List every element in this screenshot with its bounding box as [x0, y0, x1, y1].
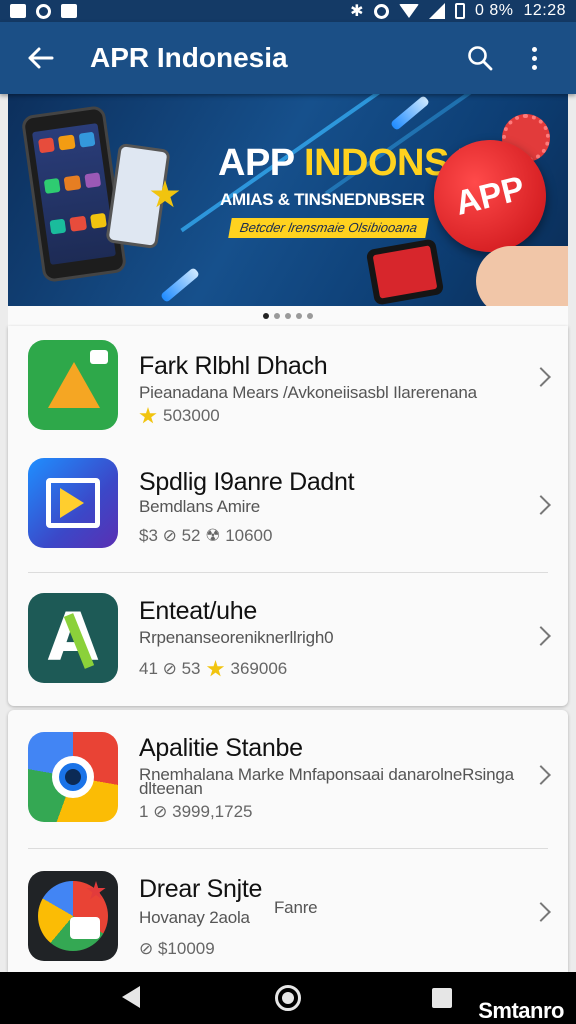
banner-pen-decoration: [159, 267, 201, 303]
promo-banner[interactable]: APP INDONSA AMIAS & TINSNEDNBSER Betcder…: [8, 94, 568, 306]
app-bar: APR Indonesia: [0, 22, 576, 94]
search-button[interactable]: [456, 34, 504, 82]
battery-percent: 0 8%: [474, 2, 514, 19]
app-description: Rrpenanseoreniknerllrigh0: [139, 628, 334, 647]
pager-dot[interactable]: [285, 313, 291, 319]
app-description: Hovanay 2aola: [139, 908, 250, 927]
banner-hand-image: [476, 246, 568, 306]
app-meta: 1 ⊘ 3999,1725: [139, 802, 253, 821]
pager-dot[interactable]: [307, 313, 313, 319]
list-item[interactable]: Apalitie Stanbe Rnemhalana Marke Mnfapon…: [8, 710, 568, 848]
app-name: Spdlig I9anre Dadnt: [139, 468, 355, 496]
star-icon: [206, 660, 225, 677]
app-meta: $3 ⊘ 52 ☢ 10600: [139, 526, 273, 545]
app-name: Drear Snjte: [139, 875, 263, 903]
app-icon: [28, 458, 118, 548]
app-description-continued: dlteenan: [139, 779, 203, 798]
app-description: Bemdlans Amire: [139, 497, 260, 516]
app-list-card: Fark Rlbhl Dhach Pieanadana Mears /Avkon…: [8, 326, 568, 706]
app-icon: [28, 732, 118, 822]
nav-back-icon[interactable]: [122, 986, 140, 1008]
app-list-card: Apalitie Stanbe Rnemhalana Marke Mnfapon…: [8, 710, 568, 972]
pager-dot[interactable]: [263, 313, 269, 319]
banner-tagline: Betcder lrensmaie Olsibiooana: [228, 218, 429, 238]
app-notification-icon: [61, 4, 77, 18]
wifi-icon: [398, 4, 419, 18]
app-icon: [28, 340, 118, 430]
banner-pager: [8, 306, 568, 326]
system-nav-bar: Smtanro: [0, 972, 576, 1024]
pager-dot[interactable]: [296, 313, 302, 319]
app-name: Fark Rlbhl Dhach: [139, 352, 328, 380]
list-item[interactable]: Spdlig I9anre Dadnt Bemdlans Amire $3 ⊘ …: [8, 454, 568, 572]
alarm-icon: [373, 3, 389, 19]
app-description-extra: Fanre: [274, 898, 318, 917]
app-meta: 41 ⊘ 53 369006: [139, 659, 288, 678]
watermark: Smtanro: [478, 998, 564, 1023]
app-name: Enteat/uhe: [139, 597, 257, 625]
nav-home-icon[interactable]: [275, 985, 301, 1011]
banner-subtitle: AMIAS & TINSNEDNBSER: [220, 190, 425, 209]
page-title: APR Indonesia: [90, 42, 288, 73]
back-button[interactable]: [18, 36, 62, 80]
app-meta: 503000: [139, 406, 220, 426]
chevron-right-icon: [531, 495, 551, 515]
chevron-right-icon: [531, 765, 551, 785]
search-icon: [468, 46, 493, 71]
app-icon: A: [28, 593, 118, 683]
app-icon: [28, 871, 118, 961]
list-item[interactable]: Fark Rlbhl Dhach Pieanadana Mears /Avkon…: [8, 326, 568, 454]
signal-icon: [428, 3, 445, 19]
clock: 12:28: [523, 2, 566, 19]
arrow-back-icon: [28, 47, 54, 69]
image-notification-icon: [10, 4, 26, 18]
chevron-right-icon: [531, 367, 551, 387]
list-item[interactable]: Drear Snjte Hovanay 2aola Fanre ⊘ $10009: [8, 849, 568, 971]
chevron-right-icon: [531, 626, 551, 646]
banner-phone-image: [365, 238, 445, 306]
star-icon: [139, 407, 157, 424]
app-description: Pieanadana Mears /Avkoneiisasbl Ilareren…: [139, 383, 477, 402]
more-vert-icon: [531, 46, 537, 70]
overflow-menu-button[interactable]: [510, 34, 558, 82]
status-bar: ✱ 0 8% 12:28: [0, 0, 576, 22]
bluetooth-icon: ✱: [350, 3, 364, 20]
nav-recents-icon[interactable]: [432, 988, 452, 1008]
app-name: Apalitie Stanbe: [139, 734, 303, 762]
list-item[interactable]: A Enteat/uhe Rrpenanseoreniknerllrigh0 4…: [8, 573, 568, 703]
pager-dot[interactable]: [274, 313, 280, 319]
chevron-right-icon: [531, 902, 551, 922]
app-meta: ⊘ $10009: [139, 939, 215, 958]
screen: ✱ 0 8% 12:28 APR Indonesia APP INDONSA A…: [0, 0, 576, 1024]
sync-notification-icon: [36, 3, 51, 19]
battery-icon: [454, 3, 465, 19]
